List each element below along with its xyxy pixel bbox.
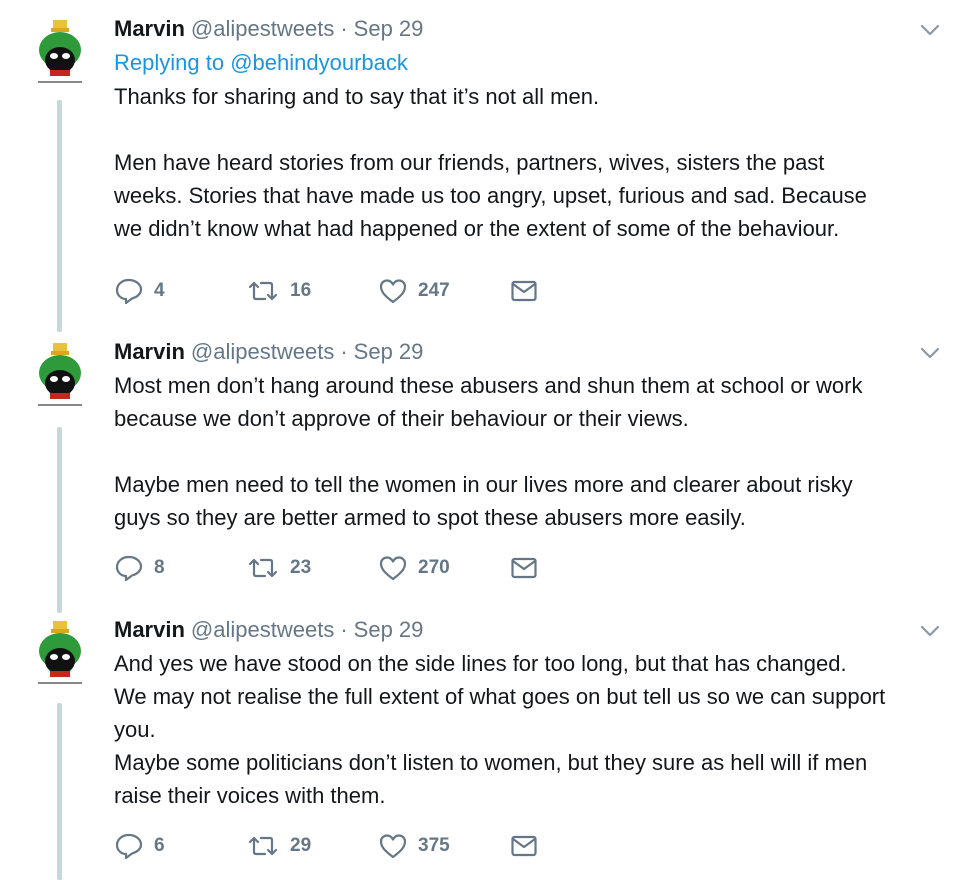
replying-to: Replying to @behindyourback xyxy=(114,46,944,80)
separator-dot: · xyxy=(340,617,348,642)
heart-icon xyxy=(379,279,407,304)
chevron-down-icon[interactable] xyxy=(916,619,944,643)
author-handle[interactable]: @alipestweets xyxy=(191,12,334,46)
timestamp[interactable]: Sep 29 xyxy=(354,613,424,647)
reply-count: 6 xyxy=(154,835,165,856)
tweet-content: Marvin @alipestweets · Sep 29 And yes we… xyxy=(114,613,944,812)
tweet-actions: 8 23 270 xyxy=(114,551,538,585)
tweet-header: Marvin @alipestweets · Sep 29 xyxy=(114,12,944,46)
tweet-content: Marvin @alipestweets · Sep 29 Most men d… xyxy=(114,335,944,534)
retweet-icon xyxy=(248,836,278,856)
replying-to-label: Replying to xyxy=(114,50,225,75)
direct-message-button[interactable] xyxy=(510,551,538,585)
chevron-down-icon[interactable] xyxy=(916,18,944,42)
envelope-icon xyxy=(511,835,537,857)
avatar[interactable] xyxy=(36,341,84,411)
tweet-text: Maybe men need to tell the women in our … xyxy=(114,472,853,530)
marvin-martian-avatar-icon xyxy=(38,343,82,406)
marvin-martian-avatar-icon xyxy=(38,20,82,83)
marvin-martian-avatar-icon xyxy=(38,621,82,684)
heart-icon xyxy=(379,834,407,859)
tweet-text: Men have heard stories from our friends,… xyxy=(114,150,867,241)
tweet-thread: Marvin @alipestweets · Sep 29 Replying t… xyxy=(0,0,980,880)
chevron-down-icon[interactable] xyxy=(916,341,944,365)
envelope-icon xyxy=(511,280,537,302)
retweet-button[interactable]: 29 xyxy=(246,829,378,863)
direct-message-button[interactable] xyxy=(510,829,538,863)
author-handle[interactable]: @alipestweets xyxy=(191,613,334,647)
like-button[interactable]: 247 xyxy=(378,274,510,308)
separator-dot: · xyxy=(340,339,348,364)
reply-icon xyxy=(115,278,143,305)
tweet[interactable]: Marvin @alipestweets · Sep 29 Most men d… xyxy=(0,323,980,613)
reply-count: 8 xyxy=(154,557,165,578)
reply-count: 4 xyxy=(154,280,165,301)
reply-button[interactable]: 6 xyxy=(114,829,246,863)
tweet[interactable]: Marvin @alipestweets · Sep 29 Replying t… xyxy=(0,0,980,332)
separator-dot: · xyxy=(340,16,348,41)
avatar[interactable] xyxy=(36,619,84,689)
like-count: 375 xyxy=(418,835,450,856)
retweet-count: 29 xyxy=(290,835,312,856)
timestamp[interactable]: Sep 29 xyxy=(354,335,424,369)
tweet-text: Thanks for sharing and to say that it’s … xyxy=(114,84,600,109)
reply-button[interactable]: 8 xyxy=(114,551,246,585)
author-name[interactable]: Marvin xyxy=(114,12,185,46)
thread-line xyxy=(57,427,62,613)
envelope-icon xyxy=(511,557,537,579)
author-handle[interactable]: @alipestweets xyxy=(191,335,334,369)
tweet[interactable]: Marvin @alipestweets · Sep 29 And yes we… xyxy=(0,601,980,880)
tweet-header: Marvin @alipestweets · Sep 29 xyxy=(114,335,944,369)
like-button[interactable]: 270 xyxy=(378,551,510,585)
replying-to-mention[interactable]: @behindyourback xyxy=(230,50,408,75)
thread-line xyxy=(57,703,62,880)
tweet-actions: 6 29 375 xyxy=(114,829,538,863)
like-button[interactable]: 375 xyxy=(378,829,510,863)
avatar[interactable] xyxy=(36,18,84,88)
author-name[interactable]: Marvin xyxy=(114,335,185,369)
author-name[interactable]: Marvin xyxy=(114,613,185,647)
tweet-content: Marvin @alipestweets · Sep 29 Replying t… xyxy=(114,12,944,245)
timestamp[interactable]: Sep 29 xyxy=(354,12,424,46)
reply-icon xyxy=(115,555,143,582)
heart-icon xyxy=(379,556,407,581)
reply-button[interactable]: 4 xyxy=(114,274,246,308)
tweet-actions: 4 16 247 xyxy=(114,274,538,308)
direct-message-button[interactable] xyxy=(510,274,538,308)
retweet-count: 16 xyxy=(290,280,312,301)
reply-icon xyxy=(115,833,143,860)
retweet-icon xyxy=(248,558,278,578)
retweet-count: 23 xyxy=(290,557,312,578)
retweet-icon xyxy=(248,281,278,301)
tweet-header: Marvin @alipestweets · Sep 29 xyxy=(114,613,944,647)
retweet-button[interactable]: 23 xyxy=(246,551,378,585)
tweet-text: And yes we have stood on the side lines … xyxy=(114,651,886,808)
retweet-button[interactable]: 16 xyxy=(246,274,378,308)
like-count: 247 xyxy=(418,280,450,301)
tweet-text: Most men don’t hang around these abusers… xyxy=(114,373,863,431)
like-count: 270 xyxy=(418,557,450,578)
thread-line xyxy=(57,100,62,332)
